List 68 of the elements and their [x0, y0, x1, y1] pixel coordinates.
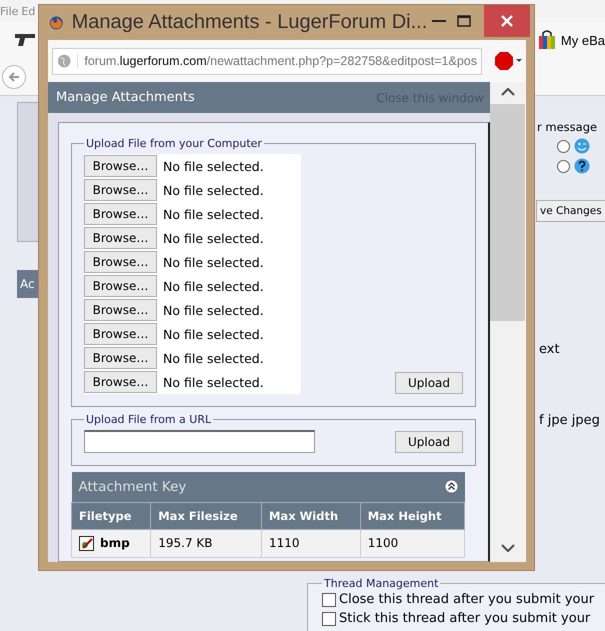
pistol-icon[interactable]: [14, 31, 36, 49]
browse-button[interactable]: Browse…: [84, 203, 157, 225]
scrollbar[interactable]: [490, 82, 525, 562]
browse-button[interactable]: Browse…: [84, 179, 157, 201]
question-smiley-icon: [574, 158, 590, 174]
browse-button[interactable]: Browse…: [84, 323, 157, 345]
image-file-icon: [79, 536, 94, 550]
checkbox-label: Close this thread after you submit your: [339, 592, 594, 607]
column-header: Max Filesize: [150, 502, 262, 529]
back-button[interactable]: [2, 64, 26, 88]
browse-button[interactable]: Browse…: [84, 251, 157, 273]
close-button[interactable]: [484, 5, 530, 37]
file-status: No file selected.: [163, 302, 264, 318]
browse-button[interactable]: Browse…: [84, 155, 157, 177]
table-cell: 1100: [360, 529, 464, 557]
column-header: Filetype: [72, 502, 151, 529]
message-label: r message: [537, 120, 598, 134]
back-arrow-icon: [8, 72, 20, 82]
winking-smiley-icon: [574, 138, 590, 154]
table-cell: bmp: [72, 529, 151, 557]
fieldset-legend: Thread Management: [322, 577, 440, 590]
checkbox-label: Stick this thread after you submit your: [339, 611, 590, 626]
file-status: No file selected.: [163, 182, 264, 198]
bookmark-link[interactable]: My eBa: [560, 32, 605, 48]
file-status: No file selected.: [163, 278, 264, 294]
collapse-icon[interactable]: [444, 480, 458, 494]
shopping-bag-icon[interactable]: [538, 30, 556, 50]
maximize-icon: [456, 15, 471, 27]
body-text: f jpe jpeg: [539, 413, 601, 428]
url-input-field[interactable]: [84, 430, 315, 453]
column-header: Max Height: [360, 502, 464, 529]
close-icon: [500, 15, 513, 27]
radio-button[interactable]: [557, 140, 570, 152]
address-bar[interactable]: forum.lugerforum.com/newattachment.php?p=282758&editpost=1&pos: [52, 48, 482, 74]
save-changes-button[interactable]: ve Changes: [536, 200, 605, 222]
browse-button[interactable]: Browse…: [84, 347, 157, 369]
adblock-icon[interactable]: [494, 51, 522, 71]
scrollbar-thumb[interactable]: [490, 104, 525, 321]
minimize-icon: [432, 20, 446, 22]
browse-button[interactable]: Browse…: [84, 275, 157, 297]
browse-button[interactable]: Browse…: [84, 371, 157, 393]
file-status: No file selected.: [163, 326, 264, 342]
file-status: No file selected.: [163, 158, 264, 174]
scroll-up-icon[interactable]: [500, 88, 514, 96]
file-status: No file selected.: [163, 374, 264, 390]
table-cell: 1110: [261, 529, 360, 557]
radio-button[interactable]: [557, 160, 570, 172]
window-title: Manage Attachments - LugerForum Di...: [72, 11, 428, 34]
upload-button[interactable]: Upload: [395, 430, 463, 452]
fieldset-legend: Upload File from a URL: [84, 413, 214, 426]
globe-icon: [57, 53, 72, 69]
table-cell: 195.7 KB: [150, 529, 262, 557]
body-text: ext: [539, 342, 561, 357]
file-status: No file selected.: [163, 206, 264, 222]
header-title: Manage Attachments: [56, 90, 195, 105]
upload-button[interactable]: Upload: [395, 372, 463, 394]
browse-button[interactable]: Browse…: [84, 299, 157, 321]
checkbox[interactable]: [322, 592, 336, 606]
browser-logo-icon: [49, 14, 64, 32]
column-header: Max Width: [261, 502, 360, 529]
checkbox[interactable]: [322, 612, 336, 626]
file-status: No file selected.: [163, 350, 264, 366]
scroll-down-icon[interactable]: [500, 544, 514, 552]
attachment-key-header: Attachment Key: [72, 472, 464, 502]
file-status: No file selected.: [163, 230, 264, 246]
file-status: No file selected.: [163, 254, 264, 270]
browse-button[interactable]: Browse…: [84, 227, 157, 249]
fieldset-legend: Upload File from your Computer: [84, 137, 264, 150]
